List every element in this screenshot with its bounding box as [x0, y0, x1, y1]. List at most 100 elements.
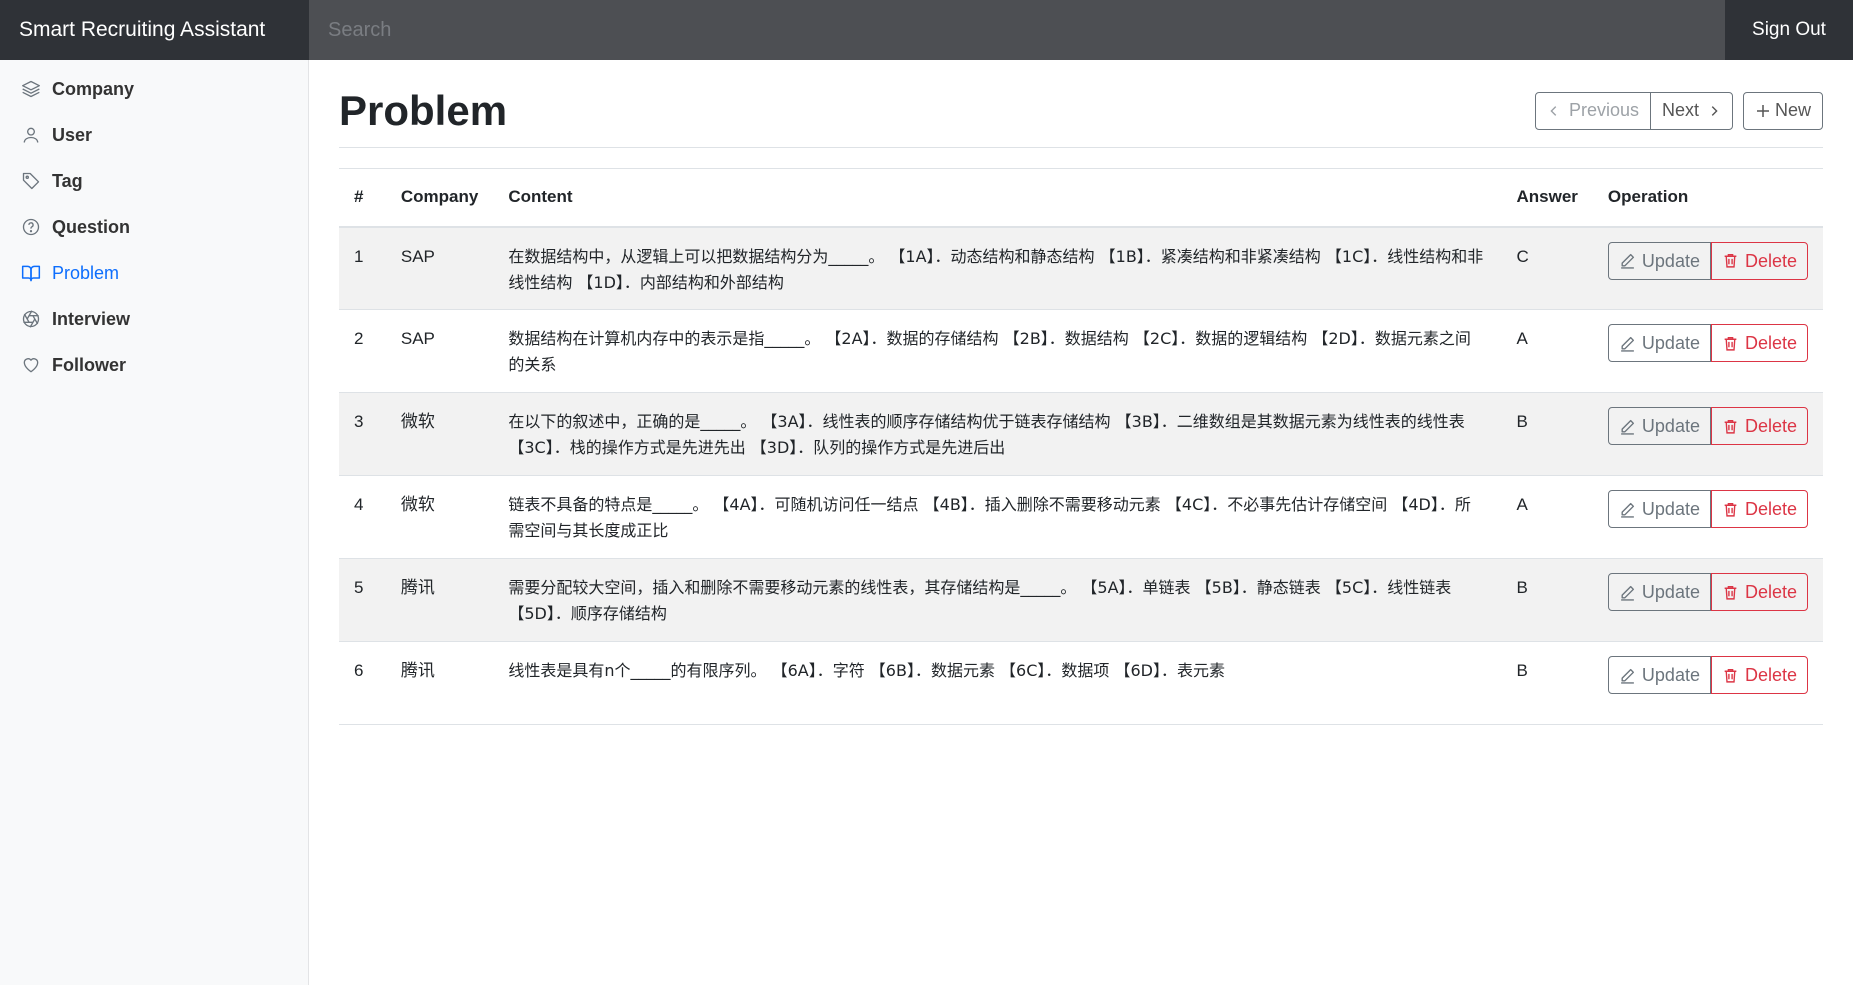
cell-answer: A	[1516, 329, 1528, 348]
search-input[interactable]	[309, 0, 1725, 60]
table-row: 1 SAP 在数据结构中，从逻辑上可以把数据结构分为_____。 【1A】．动态结构…	[339, 226, 1823, 310]
next-button[interactable]: Next	[1649, 92, 1732, 129]
sidebar-item-user[interactable]: User	[0, 112, 308, 158]
cell-content: 链表不具备的特点是_____。 【4A】．可随机访问任一结点 【4B】．插入删除…	[508, 495, 1471, 540]
cell-company: 微软	[400, 412, 435, 431]
sidebar-item-interview[interactable]: Interview	[0, 296, 308, 342]
edit-icon	[1619, 501, 1642, 518]
sidebar-item-label: Company	[52, 78, 135, 99]
top-navbar: Smart Recruiting Assistant Sign Out	[0, 0, 1853, 60]
sign-out-link[interactable]: Sign Out	[1725, 0, 1853, 60]
sidebar-item-follower[interactable]: Follower	[0, 342, 308, 388]
cell-content: 线性表是具有n个_____的有限序列。 【6A】．字符 【6B】．数据元素 【6…	[508, 661, 1225, 680]
cell-number: 6	[354, 661, 364, 680]
delete-button[interactable]: Delete	[1710, 656, 1808, 694]
update-button[interactable]: Update	[1607, 490, 1711, 528]
sidebar-item-company[interactable]: Company	[0, 66, 308, 112]
delete-label: Delete	[1744, 582, 1797, 602]
update-button[interactable]: Update	[1607, 241, 1711, 280]
update-label: Update	[1641, 250, 1700, 271]
table-header-row: # Company Content Answer Operation	[339, 168, 1823, 227]
cell-operation: Update Delete	[1593, 227, 1823, 310]
user-icon	[20, 124, 42, 146]
cell-operation: Update Delete	[1593, 476, 1823, 559]
cell-content: 需要分配较大空间，插入和删除不需要移动元素的线性表，其存储结构是_____。 【…	[508, 578, 1452, 623]
cell-company: SAP	[400, 329, 435, 348]
delete-button[interactable]: Delete	[1710, 407, 1808, 445]
operation-buttons: Update Delete	[1607, 324, 1808, 362]
trash-icon	[1722, 584, 1745, 601]
plus-icon	[1755, 103, 1775, 119]
sidebar-item-problem[interactable]: Problem	[0, 250, 308, 296]
sidebar-item-label: Question	[52, 216, 131, 237]
operation-buttons: Update Delete	[1607, 241, 1808, 280]
update-label: Update	[1641, 499, 1700, 519]
problem-table: # Company Content Answer Operation 1 SAP 在…	[339, 168, 1823, 725]
trash-icon	[1722, 252, 1745, 269]
cell-operation: Update Delete	[1593, 310, 1823, 393]
update-label: Update	[1641, 416, 1700, 436]
delete-label: Delete	[1744, 499, 1797, 519]
update-label: Update	[1641, 333, 1700, 353]
book-open-icon	[20, 262, 42, 284]
delete-label: Delete	[1744, 333, 1797, 353]
table-row: 6 腾讯 线性表是具有n个_____的有限序列。 【6A】．字符 【6B】．数据元素…	[339, 642, 1823, 725]
cell-operation: Update Delete	[1593, 393, 1823, 476]
delete-button[interactable]: Delete	[1710, 241, 1808, 280]
operation-buttons: Update Delete	[1607, 490, 1808, 528]
table-row: 2 SAP 数据结构在计算机内存中的表示是指_____。 【2A】．数据的存储结构 …	[339, 310, 1823, 393]
main-content: Problem Previous Next New # Company Cont…	[339, 60, 1823, 725]
update-button[interactable]: Update	[1607, 573, 1711, 611]
cell-number: 4	[354, 495, 364, 514]
delete-button[interactable]: Delete	[1710, 573, 1808, 611]
edit-icon	[1619, 584, 1642, 601]
trash-icon	[1722, 501, 1745, 518]
table-row: 3 微软 在以下的叙述中，正确的是_____。 【3A】．线性表的顺序存储结构优于链…	[339, 392, 1823, 476]
tag-icon	[20, 170, 42, 192]
update-button[interactable]: Update	[1607, 324, 1711, 362]
delete-button[interactable]: Delete	[1710, 324, 1808, 362]
layers-icon	[20, 78, 42, 100]
cell-answer: C	[1516, 246, 1529, 266]
column-header-operation: Operation	[1607, 187, 1689, 207]
column-header-number: #	[354, 187, 364, 207]
delete-button[interactable]: Delete	[1710, 490, 1808, 528]
cell-answer: B	[1516, 661, 1528, 680]
chevron-right-icon	[1707, 104, 1721, 118]
next-label: Next	[1661, 100, 1699, 120]
update-button[interactable]: Update	[1607, 656, 1711, 694]
cell-company: 腾讯	[400, 661, 435, 680]
previous-button[interactable]: Previous	[1536, 93, 1650, 129]
sidebar-item-tag[interactable]: Tag	[0, 158, 308, 204]
cell-number: 1	[354, 246, 364, 266]
previous-label: Previous	[1568, 100, 1639, 120]
column-header-answer: Answer	[1516, 187, 1578, 207]
trash-icon	[1722, 335, 1745, 352]
operation-buttons: Update Delete	[1607, 407, 1808, 445]
update-label: Update	[1641, 582, 1700, 602]
page-header: Problem Previous Next New	[339, 60, 1823, 148]
toolbar: Previous Next New	[1534, 91, 1823, 130]
cell-answer: A	[1516, 495, 1528, 514]
delete-label: Delete	[1744, 416, 1797, 436]
update-button[interactable]: Update	[1607, 407, 1711, 445]
page-title: Problem	[339, 86, 508, 134]
trash-icon	[1722, 667, 1745, 684]
pagination: Previous Next	[1534, 91, 1733, 130]
sidebar-item-label: Follower	[52, 354, 127, 375]
table-row: 5 腾讯 需要分配较大空间，插入和删除不需要移动元素的线性表，其存储结构是_____…	[339, 558, 1823, 642]
edit-icon	[1619, 418, 1642, 435]
operation-buttons: Update Delete	[1607, 573, 1808, 611]
update-label: Update	[1641, 665, 1700, 685]
new-button[interactable]: New	[1742, 91, 1823, 130]
edit-icon	[1619, 667, 1642, 684]
cell-number: 5	[354, 578, 364, 597]
cell-company: SAP	[400, 246, 435, 266]
delete-label: Delete	[1744, 665, 1797, 685]
sidebar: Company User Tag Question Problem Interv…	[0, 60, 309, 985]
aperture-icon	[20, 308, 42, 330]
sidebar-item-question[interactable]: Question	[0, 204, 308, 250]
trash-icon	[1722, 418, 1745, 435]
app-title[interactable]: Smart Recruiting Assistant	[0, 0, 309, 60]
heart-icon	[20, 354, 42, 376]
